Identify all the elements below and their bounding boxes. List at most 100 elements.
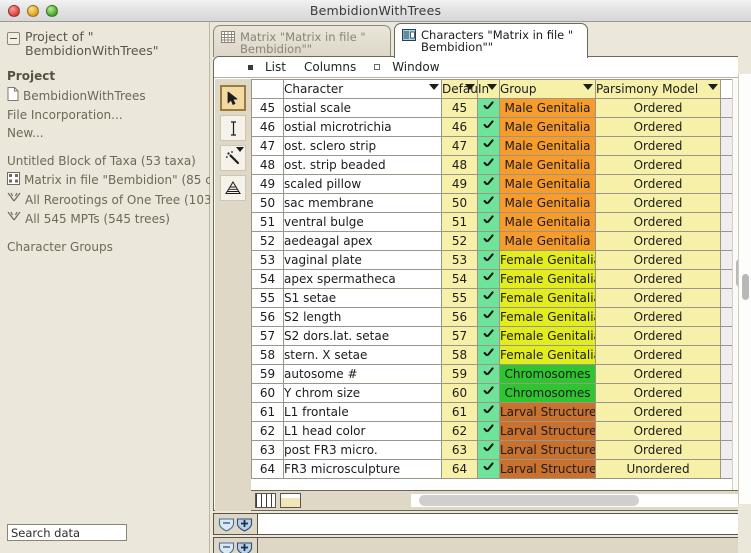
row-number-cell[interactable]: 58	[252, 346, 284, 365]
include-checkbox-cell[interactable]	[478, 194, 500, 213]
table-row[interactable]: 59autosome #59ChromosomesOrdered	[252, 365, 748, 384]
default-order-cell[interactable]: 45	[442, 99, 478, 118]
row-number-cell[interactable]: 57	[252, 327, 284, 346]
parsimony-model-cell[interactable]: Unordered	[596, 460, 721, 479]
table-row[interactable]: 51ventral bulge51Male GenitaliaOrdered	[252, 213, 748, 232]
table-row[interactable]: 50sac membrane50Male GenitaliaOrdered	[252, 194, 748, 213]
column-header-default[interactable]: Defaul	[442, 80, 478, 99]
group-cell[interactable]: Chromosomes	[500, 384, 596, 403]
include-checkbox-cell[interactable]	[478, 327, 500, 346]
character-name-cell[interactable]: S2 dors.lat. setae	[284, 327, 442, 346]
row-number-cell[interactable]: 48	[252, 156, 284, 175]
include-checkbox-cell[interactable]	[478, 346, 500, 365]
sidebar-item-new[interactable]: New...	[0, 124, 209, 142]
annotation-pane-1[interactable]	[213, 513, 748, 535]
group-cell[interactable]: Male Genitalia	[500, 156, 596, 175]
parsimony-model-cell[interactable]: Ordered	[596, 156, 721, 175]
character-name-cell[interactable]: FR3 microsculpture	[284, 460, 442, 479]
character-name-cell[interactable]: sac membrane	[284, 194, 442, 213]
include-checkbox-cell[interactable]	[478, 460, 500, 479]
menu-bullet-hollow-icon[interactable]	[374, 64, 380, 70]
include-checkbox-cell[interactable]	[478, 384, 500, 403]
default-order-cell[interactable]: 53	[442, 251, 478, 270]
menu-bullet-icon[interactable]	[248, 65, 253, 70]
character-name-cell[interactable]: ostial scale	[284, 99, 442, 118]
parsimony-model-cell[interactable]: Ordered	[596, 118, 721, 137]
parsimony-model-cell[interactable]: Ordered	[596, 346, 721, 365]
magic-wand-tool[interactable]	[220, 145, 246, 171]
column-header-group[interactable]: Group	[500, 80, 596, 99]
character-name-cell[interactable]: vaginal plate	[284, 251, 442, 270]
chevron-down-icon[interactable]	[465, 84, 475, 90]
row-number-cell[interactable]: 63	[252, 441, 284, 460]
character-name-cell[interactable]: ost. strip beaded	[284, 156, 442, 175]
default-order-cell[interactable]: 61	[442, 403, 478, 422]
default-order-cell[interactable]: 49	[442, 175, 478, 194]
character-name-cell[interactable]: scaled pillow	[284, 175, 442, 194]
annotation-pane-2[interactable]	[213, 537, 748, 553]
include-checkbox-cell[interactable]	[478, 213, 500, 232]
group-cell[interactable]: Male Genitalia	[500, 232, 596, 251]
group-cell[interactable]: Female Genitalia	[500, 327, 596, 346]
default-order-cell[interactable]: 58	[442, 346, 478, 365]
group-cell[interactable]: Male Genitalia	[500, 213, 596, 232]
row-number-cell[interactable]: 53	[252, 251, 284, 270]
default-order-cell[interactable]: 50	[442, 194, 478, 213]
table-row[interactable]: 63post FR3 micro.63Larval StructureOrder…	[252, 441, 748, 460]
table-row[interactable]: 47ost. sclero strip47Male GenitaliaOrder…	[252, 137, 748, 156]
character-name-cell[interactable]: ost. sclero strip	[284, 137, 442, 156]
chevron-down-icon[interactable]	[236, 147, 244, 152]
include-checkbox-cell[interactable]	[478, 365, 500, 384]
table-row[interactable]: 48ost. strip beaded48Male GenitaliaOrder…	[252, 156, 748, 175]
parsimony-model-cell[interactable]: Ordered	[596, 422, 721, 441]
group-cell[interactable]: Female Genitalia	[500, 251, 596, 270]
include-checkbox-cell[interactable]	[478, 175, 500, 194]
sidebar-item-file-incorporation[interactable]: File Incorporation...	[0, 106, 209, 124]
sidebar-item-mpts[interactable]: All 545 MPTs (545 trees)	[0, 209, 209, 228]
include-checkbox-cell[interactable]	[478, 137, 500, 156]
character-name-cell[interactable]: L1 frontale	[284, 403, 442, 422]
default-order-cell[interactable]: 64	[442, 460, 478, 479]
sidebar-item-bembidionwithtrees[interactable]: BembidionWithTrees	[0, 85, 209, 106]
shield-plus-icon[interactable]	[236, 541, 253, 553]
parsimony-model-cell[interactable]: Ordered	[596, 289, 721, 308]
tab-matrix[interactable]: Matrix "Matrix in file " Bembidion""	[213, 25, 391, 57]
default-order-cell[interactable]: 63	[442, 441, 478, 460]
include-checkbox-cell[interactable]	[478, 118, 500, 137]
group-cell[interactable]: Larval Structure	[500, 441, 596, 460]
row-number-cell[interactable]: 60	[252, 384, 284, 403]
include-checkbox-cell[interactable]	[478, 308, 500, 327]
window-vertical-scrollbar[interactable]	[738, 74, 751, 504]
sidebar-item-taxa-block[interactable]: Untitled Block of Taxa (53 taxa)	[0, 152, 209, 170]
shield-minus-icon[interactable]	[218, 541, 235, 553]
group-cell[interactable]: Female Genitalia	[500, 308, 596, 327]
default-order-cell[interactable]: 59	[442, 365, 478, 384]
include-checkbox-cell[interactable]	[478, 403, 500, 422]
table-row[interactable]: 55S1 setae55Female GenitaliaOrdered	[252, 289, 748, 308]
column-header-character[interactable]: Character	[284, 80, 442, 99]
grid-view-icon[interactable]	[255, 493, 276, 508]
group-cell[interactable]: Male Genitalia	[500, 118, 596, 137]
character-name-cell[interactable]: L1 head color	[284, 422, 442, 441]
sidebar-item-character-groups[interactable]: Character Groups	[0, 238, 209, 256]
list-view-icon[interactable]	[280, 493, 301, 508]
parsimony-model-cell[interactable]: Ordered	[596, 232, 721, 251]
parsimony-model-cell[interactable]: Ordered	[596, 327, 721, 346]
table-row[interactable]: 49scaled pillow49Male GenitaliaOrdered	[252, 175, 748, 194]
arrow-tool[interactable]	[220, 85, 246, 111]
row-number-cell[interactable]: 64	[252, 460, 284, 479]
table-row[interactable]: 60Y chrom size60ChromosomesOrdered	[252, 384, 748, 403]
group-cell[interactable]: Larval Structure	[500, 403, 596, 422]
column-header-include[interactable]: In	[478, 80, 500, 99]
shield-plus-icon[interactable]	[236, 517, 253, 532]
menu-columns[interactable]: Columns	[304, 60, 356, 74]
row-number-cell[interactable]: 49	[252, 175, 284, 194]
default-order-cell[interactable]: 51	[442, 213, 478, 232]
table-row[interactable]: 45ostial scale45Male GenitaliaOrdered	[252, 99, 748, 118]
parsimony-model-cell[interactable]: Ordered	[596, 251, 721, 270]
menu-window[interactable]: Window	[392, 60, 439, 74]
chevron-down-icon[interactable]	[708, 84, 718, 90]
table-row[interactable]: 61L1 frontale61Larval StructureOrdered	[252, 403, 748, 422]
sidebar-item-matrix[interactable]: Matrix in file "Bembidion" (85 character…	[0, 170, 209, 190]
parsimony-model-cell[interactable]: Ordered	[596, 270, 721, 289]
